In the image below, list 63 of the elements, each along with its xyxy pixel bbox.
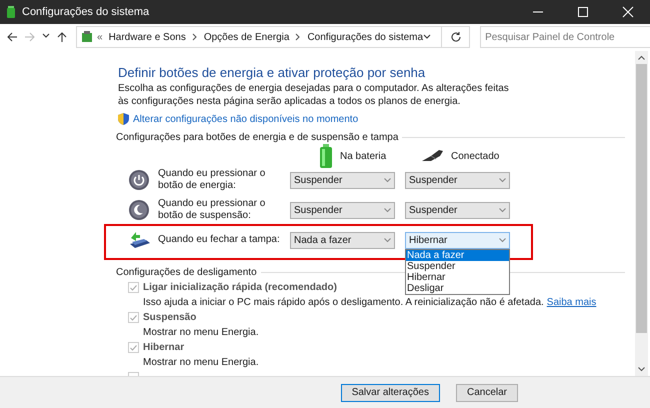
maximize-icon bbox=[576, 6, 588, 18]
column-header: Na bateria bbox=[340, 150, 386, 164]
breadcrumb[interactable]: Configurações do sistema bbox=[307, 30, 424, 44]
battery-icon bbox=[318, 144, 334, 168]
dropdown-option[interactable]: Desligar bbox=[406, 282, 509, 294]
page-heading: Definir botões de energia e ativar proteção por senha bbox=[118, 64, 426, 79]
power-button-icon bbox=[128, 169, 150, 191]
chevron-right-icon bbox=[192, 33, 198, 41]
battery-icon bbox=[6, 5, 16, 19]
dropdown-option[interactable]: Suspender bbox=[406, 260, 509, 272]
check-icon bbox=[130, 314, 137, 320]
dropdown[interactable]: Suspender bbox=[290, 172, 395, 188]
back-icon bbox=[6, 31, 18, 43]
breadcrumb-separator: « bbox=[97, 30, 103, 44]
row-label: Quando eu pressionar o botão de energia: bbox=[158, 168, 266, 192]
search-field[interactable]: Pesquisar Painel de Controle bbox=[480, 26, 650, 48]
dropdown[interactable]: Hibernar bbox=[405, 232, 510, 248]
chevron-down-icon bbox=[423, 34, 432, 40]
chevron-down-icon bbox=[638, 367, 645, 372]
dropdown-option[interactable]: Hibernar bbox=[406, 272, 509, 282]
chevron-right-icon bbox=[295, 33, 302, 41]
group-label: Configurações para botões de energia e de suspensão e tampa bbox=[116, 130, 398, 144]
option-description: Mostrar no menu Energia. bbox=[143, 326, 259, 340]
column-header: Conectado bbox=[451, 150, 500, 164]
chevron-up-icon bbox=[638, 55, 645, 60]
chevron-down-icon bbox=[499, 178, 506, 182]
up-arrow-icon bbox=[56, 31, 68, 43]
control-panel-icon bbox=[80, 30, 94, 44]
footer-button[interactable]: Cancelar bbox=[456, 384, 518, 402]
window-title: Configurações do sistema bbox=[22, 4, 150, 20]
dropdown-option[interactable]: Nada a fazer bbox=[406, 250, 509, 260]
description-text: Escolha as configurações de energia desejadas para o computador. As alterações feitas às configurações nesta página serão aplicadas a todos os planos de energia. bbox=[118, 82, 510, 108]
breadcrumb[interactable]: Hardware e Sons bbox=[108, 30, 186, 44]
chevron-down-icon bbox=[384, 178, 391, 182]
close-icon bbox=[622, 6, 634, 18]
check-icon bbox=[130, 284, 137, 290]
option-description: Mostrar no menu Energia. bbox=[143, 356, 259, 370]
admin-link[interactable]: Alterar configurações não disponíveis no momento bbox=[133, 112, 358, 126]
refresh-icon bbox=[450, 31, 462, 43]
chevron-down-icon bbox=[384, 238, 391, 242]
option-description: Isso ajuda a iniciar o PC mais rápido após o desligamento. A reinicialização não é afetada. bbox=[143, 296, 544, 310]
checkbox-label: Hibernar bbox=[143, 341, 184, 355]
address-field[interactable]: « Hardware e Sons Opções de Energia Configurações do sistema bbox=[76, 26, 470, 48]
checkbox-label: Suspensão bbox=[143, 311, 196, 325]
plug-icon bbox=[421, 148, 445, 164]
dropdown[interactable]: Suspender bbox=[405, 202, 510, 218]
dropdown[interactable]: Suspender bbox=[290, 202, 395, 218]
chevron-down-icon bbox=[499, 238, 506, 242]
sleep-button-icon bbox=[128, 199, 150, 221]
forward-icon bbox=[24, 31, 36, 43]
scrollbar[interactable] bbox=[635, 51, 648, 376]
row-label: Quando eu fechar a tampa: bbox=[158, 234, 281, 246]
shield-icon bbox=[118, 113, 129, 125]
checkbox-label: Ligar inicialização rápida (recomendado) bbox=[143, 281, 337, 295]
footer-button[interactable]: Salvar alterações bbox=[340, 384, 440, 402]
dropdown[interactable]: Suspender bbox=[405, 172, 510, 188]
group-label: Configurações de desligamento bbox=[116, 266, 257, 280]
chevron-down-icon bbox=[499, 208, 506, 212]
row-label: Quando eu pressionar o botão de suspensão: bbox=[158, 198, 266, 222]
check-icon bbox=[130, 344, 137, 350]
dropdown[interactable]: Nada a fazer bbox=[290, 232, 395, 248]
breadcrumb[interactable]: Opções de Energia bbox=[204, 30, 290, 44]
chevron-down-icon bbox=[384, 208, 391, 212]
